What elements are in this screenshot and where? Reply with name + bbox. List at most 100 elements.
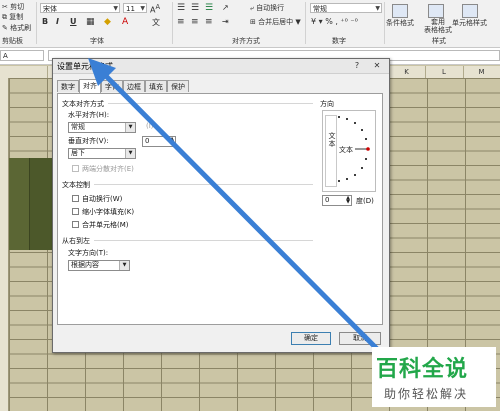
indent-spinner[interactable]: 0 ▲ ▼ (142, 136, 176, 147)
alignment-group-label: 对齐方式 (232, 37, 260, 45)
indent-label: (I): (146, 122, 156, 130)
table-format-icon[interactable] (428, 4, 444, 18)
tab-alignment[interactable]: 对齐 (79, 79, 101, 93)
section-divider (94, 184, 313, 185)
tab-border[interactable]: 边框 (123, 80, 145, 92)
number-format-combo[interactable]: 常规 ▼ (310, 3, 382, 13)
degrees-label: 度(D) (356, 197, 374, 205)
format-painter-button[interactable]: ✎ 格式刷 (2, 23, 31, 33)
font-color-icon[interactable]: A (122, 17, 128, 27)
format-cells-dialog: 设置单元格格式 ? ✕ 数字 对齐 字体 边框 填充 保护 文本对齐方式 水平对… (52, 58, 390, 353)
vertical-text-box[interactable]: 文本 (325, 115, 337, 187)
number-group-label: 数字 (332, 37, 346, 45)
font-name-value: 宋体 (43, 5, 57, 13)
chevron-down-icon: ▼ (113, 5, 118, 12)
selected-cell-range[interactable] (9, 158, 29, 250)
shrink-to-fit-checkbox[interactable] (72, 208, 79, 215)
phonetic-icon[interactable]: 文 (152, 17, 160, 28)
font-size-combo[interactable]: 11 ▼ (123, 3, 147, 13)
text-direction-select[interactable]: 根据内容 ▼ (68, 260, 130, 271)
clipboard-group-label: 剪贴板 (2, 37, 23, 45)
vertical-align-value: 居下 (71, 149, 85, 157)
merge-center-button[interactable]: ⊞ 合并后居中 ▼ (250, 17, 301, 27)
column-header[interactable] (9, 66, 48, 78)
column-header[interactable]: K (388, 66, 426, 78)
number-format-value: 常规 (313, 5, 327, 13)
font-name-combo[interactable]: 宋体 ▼ (40, 3, 120, 13)
section-divider (108, 103, 313, 104)
align-left-icon[interactable]: ≡ (177, 17, 185, 27)
column-header[interactable]: L (425, 66, 464, 78)
merge-center-label: 合并后居中 (258, 18, 294, 26)
section-divider (94, 240, 313, 241)
cut-button[interactable]: ✂ 剪切 (2, 2, 24, 12)
wrap-text-button[interactable]: ⤶ 自动换行 (250, 3, 284, 13)
wrap-text-label: 自动换行 (256, 4, 285, 12)
italic-button[interactable]: I (56, 17, 59, 26)
orientation-box[interactable]: 文本 文本 (322, 110, 376, 192)
bold-button[interactable]: B (42, 17, 48, 26)
indent-icon[interactable]: ⇥ (222, 17, 229, 26)
align-right-icon[interactable]: ≡ (205, 17, 213, 27)
name-box[interactable]: A (0, 50, 44, 61)
conditional-format-icon[interactable] (392, 4, 408, 18)
grow-font-icon[interactable]: AA (150, 3, 160, 15)
degrees-spinner[interactable]: 0 ▲ ▼ (322, 195, 352, 206)
ribbon-divider (384, 2, 385, 44)
orientation-icon[interactable]: ↗ (222, 3, 229, 12)
fill-color-icon[interactable]: ◆ (104, 17, 111, 27)
chevron-down-icon: ▼ (119, 261, 129, 270)
wrap-text-checkbox[interactable] (72, 195, 79, 202)
distributed-checkbox[interactable] (72, 165, 79, 172)
tab-number[interactable]: 数字 (57, 80, 79, 92)
chevron-down-icon: ▼ (375, 5, 380, 12)
cancel-button[interactable]: 取消 (339, 332, 381, 345)
align-bottom-icon[interactable]: ☰ (205, 3, 213, 13)
ribbon-divider (36, 2, 37, 44)
font-size-value: 11 (126, 5, 135, 13)
orientation-heading: 方向 (320, 100, 334, 108)
format-painter-label: 格式刷 (10, 24, 32, 32)
selected-cell-range[interactable] (29, 158, 54, 250)
cell-style-label[interactable]: 单元格样式 (452, 18, 487, 28)
wrap-text-label: 自动换行(W) (82, 195, 123, 203)
copy-button[interactable]: ⧉ 复制 (2, 12, 23, 22)
ribbon-divider (305, 2, 306, 44)
currency-icon[interactable]: ¥ ▾ % , ⁺⁰ ⁻⁰ (311, 17, 358, 26)
vertical-align-select[interactable]: 居下 ▼ (68, 148, 136, 159)
horizontal-align-select[interactable]: 常规 ▼ (68, 122, 136, 133)
ok-button[interactable]: 确定 (291, 332, 331, 345)
tab-fill[interactable]: 填充 (145, 80, 167, 92)
tab-font[interactable]: 字体 (101, 80, 123, 92)
border-icon[interactable]: ▦ (86, 17, 95, 27)
merge-cells-checkbox[interactable] (72, 221, 79, 228)
copy-label: 复制 (9, 13, 24, 21)
close-icon[interactable]: ✕ (369, 60, 385, 71)
text-direction-value: 根据内容 (71, 261, 99, 269)
vertical-text: 文本 (328, 132, 336, 148)
horizontal-align-value: 常规 (71, 123, 85, 131)
align-middle-icon[interactable]: ☰ (191, 3, 199, 13)
dialog-title-bar[interactable]: 设置单元格格式 ? ✕ (53, 59, 389, 74)
help-icon[interactable]: ? (349, 60, 365, 71)
alignment-panel: 文本对齐方式 水平对齐(H): 常规 ▼ (I): 垂直对齐(V): 0 ▲ ▼ 居下… (57, 93, 383, 325)
watermark-logo: 百科全说 助你轻松解决 (372, 347, 496, 407)
ribbon: ✂ 剪切 ⧉ 复制 ✎ 格式刷 剪贴板 宋体 ▼ 11 ▼ AA B I U ▦ ◆… (0, 0, 500, 48)
distributed-label: 两端分散对齐(E) (82, 165, 134, 173)
shrink-to-fit-label: 缩小字体填充(K) (82, 208, 135, 216)
align-top-icon[interactable]: ☰ (177, 3, 185, 13)
cell-style-icon[interactable] (462, 4, 478, 18)
tab-protection[interactable]: 保护 (167, 80, 189, 92)
conditional-format-label[interactable]: 条件格式 (386, 18, 414, 28)
underline-button[interactable]: U (70, 17, 77, 26)
horizontal-text: 文本 (339, 146, 353, 154)
chevron-down-icon: ▼ (140, 5, 145, 12)
cut-label: 剪切 (10, 3, 25, 11)
ribbon-divider (172, 2, 173, 44)
column-header[interactable]: M (463, 66, 500, 78)
table-format-label[interactable]: 套用 表格格式 (424, 18, 452, 34)
chevron-down-icon: ▼ (125, 123, 135, 132)
font-group-label: 字体 (90, 37, 104, 45)
align-center-icon[interactable]: ≡ (191, 17, 199, 27)
text-direction-label: 文字方向(T): (68, 249, 109, 257)
